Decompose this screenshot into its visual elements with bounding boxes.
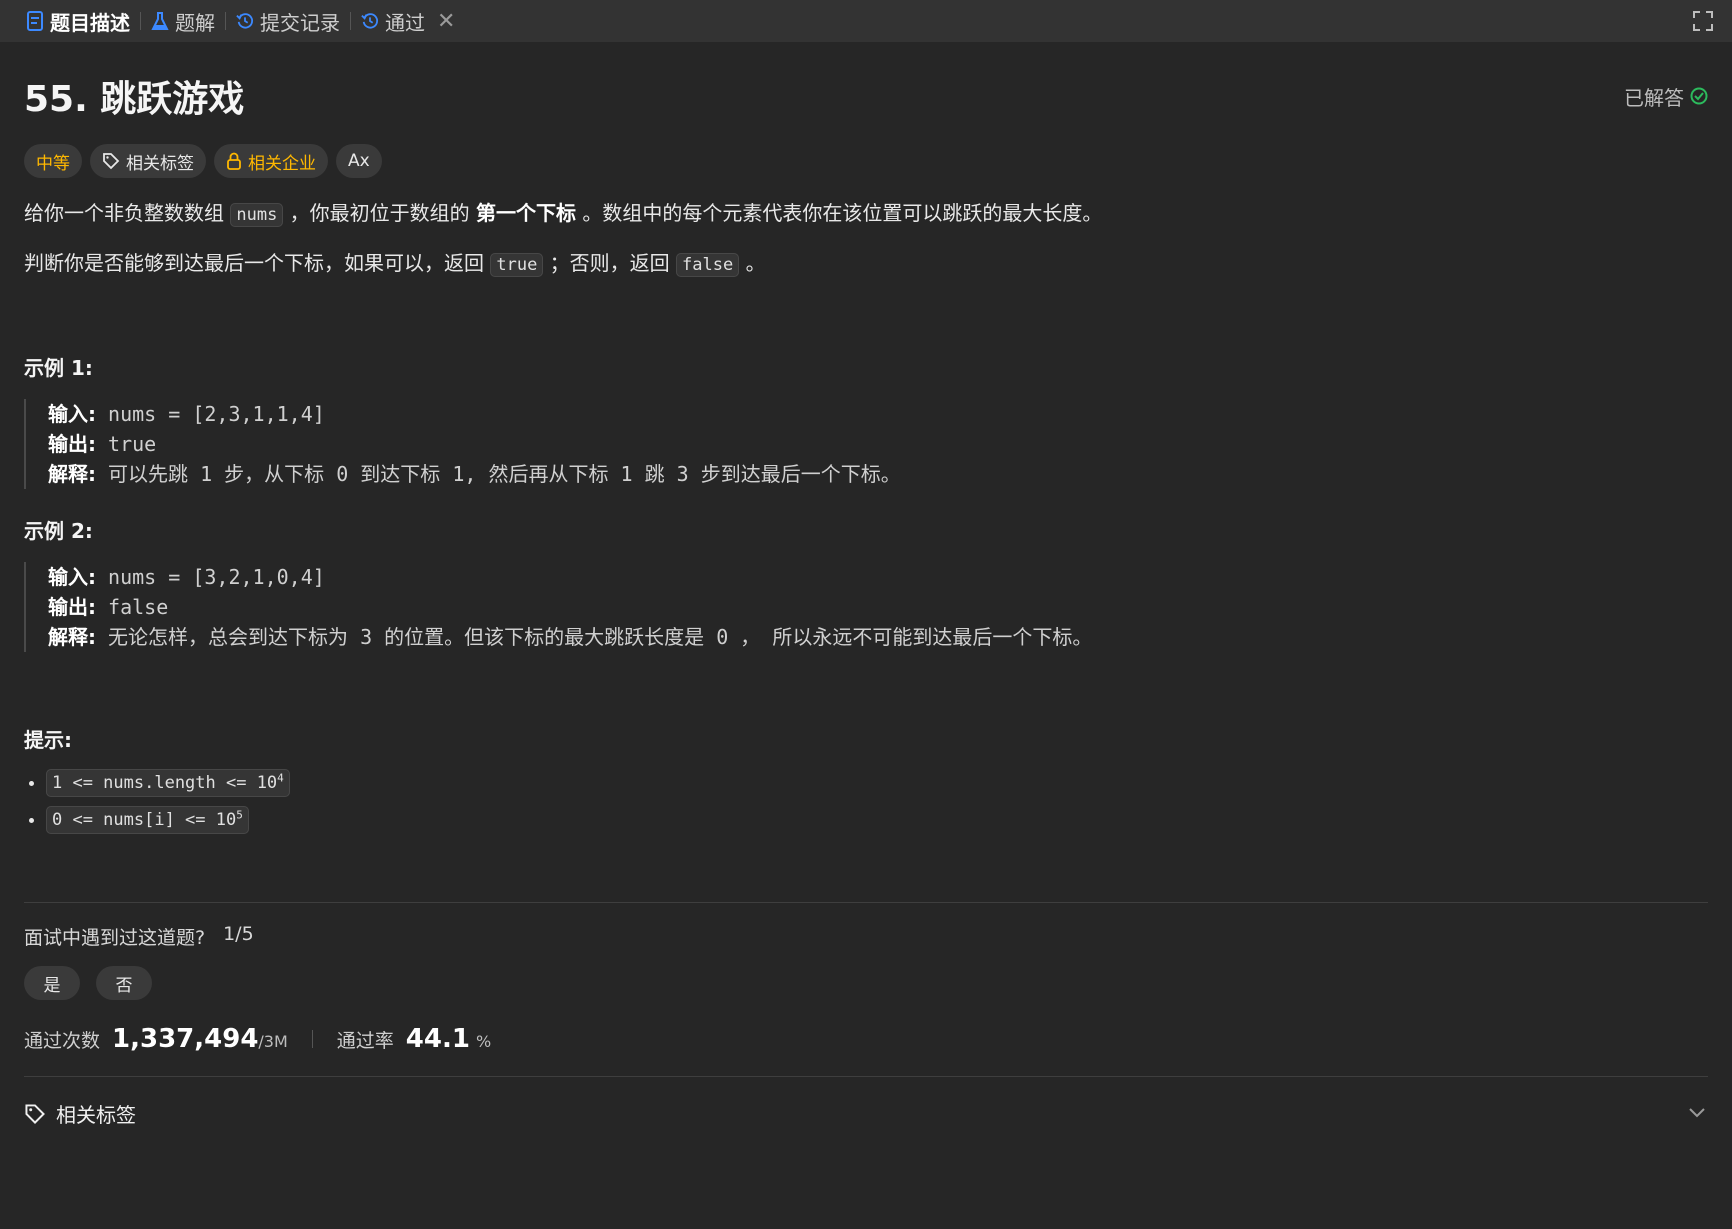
- tab-description[interactable]: 题目描述: [16, 0, 140, 42]
- constraint-exponent: 5: [236, 808, 243, 822]
- constraint-text: 0 <= nums[i] <= 10: [52, 810, 237, 831]
- yes-button[interactable]: 是: [24, 966, 80, 1001]
- example-block: 输入: nums = [2,3,1,1,4] 输出: true 解释: 可以先跳…: [24, 399, 1708, 489]
- example-input-label: 输入:: [48, 402, 96, 426]
- constraint-item: 0 <= nums[i] <= 105: [46, 806, 1708, 835]
- acceptance-rate: 44.1: [405, 1024, 470, 1055]
- solved-label: 已解答: [1624, 85, 1684, 110]
- tab-label: 提交记录: [260, 10, 340, 35]
- tab-label: 题目描述: [50, 10, 130, 35]
- constraints-list: 1 <= nums.length <= 104 0 <= nums[i] <= …: [24, 768, 1708, 835]
- example-explain-label: 解释:: [48, 625, 96, 649]
- history-icon: [361, 13, 378, 29]
- submissions-count: /3M: [258, 1032, 288, 1052]
- description-paragraph: 给你一个非负整数数组 nums ，你最初位于数组的 第一个下标 。数组中的每个元…: [24, 198, 1708, 230]
- font-settings-button[interactable]: Ax: [336, 144, 382, 178]
- interview-ratio: 1/5: [223, 923, 254, 946]
- tab-solutions[interactable]: 题解: [141, 0, 225, 42]
- history-icon: [236, 13, 253, 29]
- font-icon: Ax: [348, 151, 370, 171]
- difficulty-badge: 中等: [24, 144, 82, 178]
- solved-status: 已解答: [1624, 82, 1708, 111]
- constraint-code: 0 <= nums[i] <= 105: [46, 806, 249, 835]
- close-icon[interactable]: ✕: [437, 9, 455, 34]
- tab-accepted[interactable]: 通过 ✕: [351, 0, 465, 42]
- related-tags-button[interactable]: 相关标签: [90, 144, 206, 178]
- lock-icon: [227, 152, 241, 170]
- related-tags-section[interactable]: 相关标签: [24, 1099, 1708, 1128]
- constraint-item: 1 <= nums.length <= 104: [46, 768, 1708, 797]
- fullscreen-icon[interactable]: [1692, 10, 1714, 32]
- check-circle-icon: [1690, 87, 1708, 105]
- inline-code: true: [490, 253, 544, 277]
- example-title: 示例 2:: [24, 519, 93, 543]
- constraint-text: 1 <= nums.length <= 10: [52, 772, 278, 793]
- example-output-label: 输出:: [48, 432, 96, 456]
- description-icon: [27, 11, 43, 31]
- desc-text: ，你最初位于数组的: [289, 201, 470, 225]
- inline-code: false: [676, 253, 740, 277]
- example-output-label: 输出:: [48, 595, 96, 619]
- example-input: nums = [2,3,1,1,4]: [108, 402, 325, 426]
- divider: [24, 902, 1708, 904]
- problem-description: 55. 跳跃游戏 已解答 中等 相关标签 相关企业 Ax 给你一个非负整数数组 …: [0, 70, 1732, 1128]
- constraints-title: 提示:: [24, 728, 72, 752]
- tab-label: 通过: [385, 10, 425, 35]
- desc-text: 给你一个非负整数数组: [24, 201, 224, 225]
- tab-bar: 题目描述 题解 提交记录 通过 ✕: [0, 0, 1732, 42]
- related-companies-button[interactable]: 相关企业: [214, 144, 328, 178]
- example-output: false: [108, 595, 169, 619]
- accepted-label: 通过次数: [24, 1030, 101, 1053]
- example-title: 示例 1:: [24, 356, 93, 380]
- example-block: 输入: nums = [3,2,1,0,4] 输出: false 解释: 无论怎…: [24, 562, 1708, 652]
- example-explain-label: 解释:: [48, 462, 96, 486]
- desc-bold: 第一个下标: [476, 201, 577, 225]
- interview-answer-group: 是 否: [24, 966, 1708, 1001]
- tag-icon: [103, 153, 120, 170]
- example-explain: 无论怎样，总会到达下标为 3 的位置。但该下标的最大跳跃长度是 0 ， 所以永远…: [108, 625, 1093, 649]
- flask-icon: [151, 12, 169, 30]
- acceptance-rate-unit: %: [476, 1032, 492, 1052]
- example-input-label: 输入:: [48, 565, 96, 589]
- desc-text: 。数组中的每个元素代表你在该位置可以跳跃的最大长度。: [582, 201, 1103, 225]
- example-input: nums = [3,2,1,0,4]: [108, 565, 325, 589]
- desc-text: 判断你是否能够到达最后一个下标，如果可以，返回: [24, 251, 484, 275]
- example-explain: 可以先跳 1 步，从下标 0 到达下标 1, 然后再从下标 1 跳 3 步到达最…: [108, 462, 901, 486]
- related-companies-label: 相关企业: [248, 153, 316, 174]
- tag-row: 中等 相关标签 相关企业 Ax: [24, 144, 1708, 178]
- stats-row: 通过次数 1,337,494/3M 通过率 44.1 %: [24, 1024, 1708, 1054]
- stats-separator: [311, 1030, 313, 1049]
- desc-text: 。: [745, 251, 766, 275]
- inline-code: nums: [230, 203, 284, 227]
- interview-question: 面试中遇到过这道题? 1/5: [24, 923, 1708, 950]
- related-tags-label: 相关标签: [126, 153, 194, 174]
- accepted-count: 1,337,494: [112, 1024, 259, 1055]
- chevron-down-icon[interactable]: [1686, 1101, 1708, 1123]
- no-button[interactable]: 否: [96, 966, 152, 1001]
- constraint-code: 1 <= nums.length <= 104: [46, 768, 290, 797]
- problem-title[interactable]: 55. 跳跃游戏: [24, 70, 244, 122]
- desc-text: ；否则，返回: [549, 251, 670, 275]
- divider: [24, 1076, 1708, 1078]
- tab-submissions[interactable]: 提交记录: [226, 0, 350, 42]
- tag-icon: [25, 1104, 45, 1124]
- example-output: true: [108, 432, 157, 456]
- description-paragraph: 判断你是否能够到达最后一个下标，如果可以，返回 true ；否则，返回 fals…: [24, 248, 1708, 280]
- constraint-exponent: 4: [277, 771, 284, 784]
- tab-label: 题解: [175, 10, 215, 35]
- interview-question-text: 面试中遇到过这道题?: [24, 927, 206, 950]
- acceptance-rate-label: 通过率: [336, 1030, 394, 1053]
- related-tags-section-label: 相关标签: [56, 1103, 136, 1128]
